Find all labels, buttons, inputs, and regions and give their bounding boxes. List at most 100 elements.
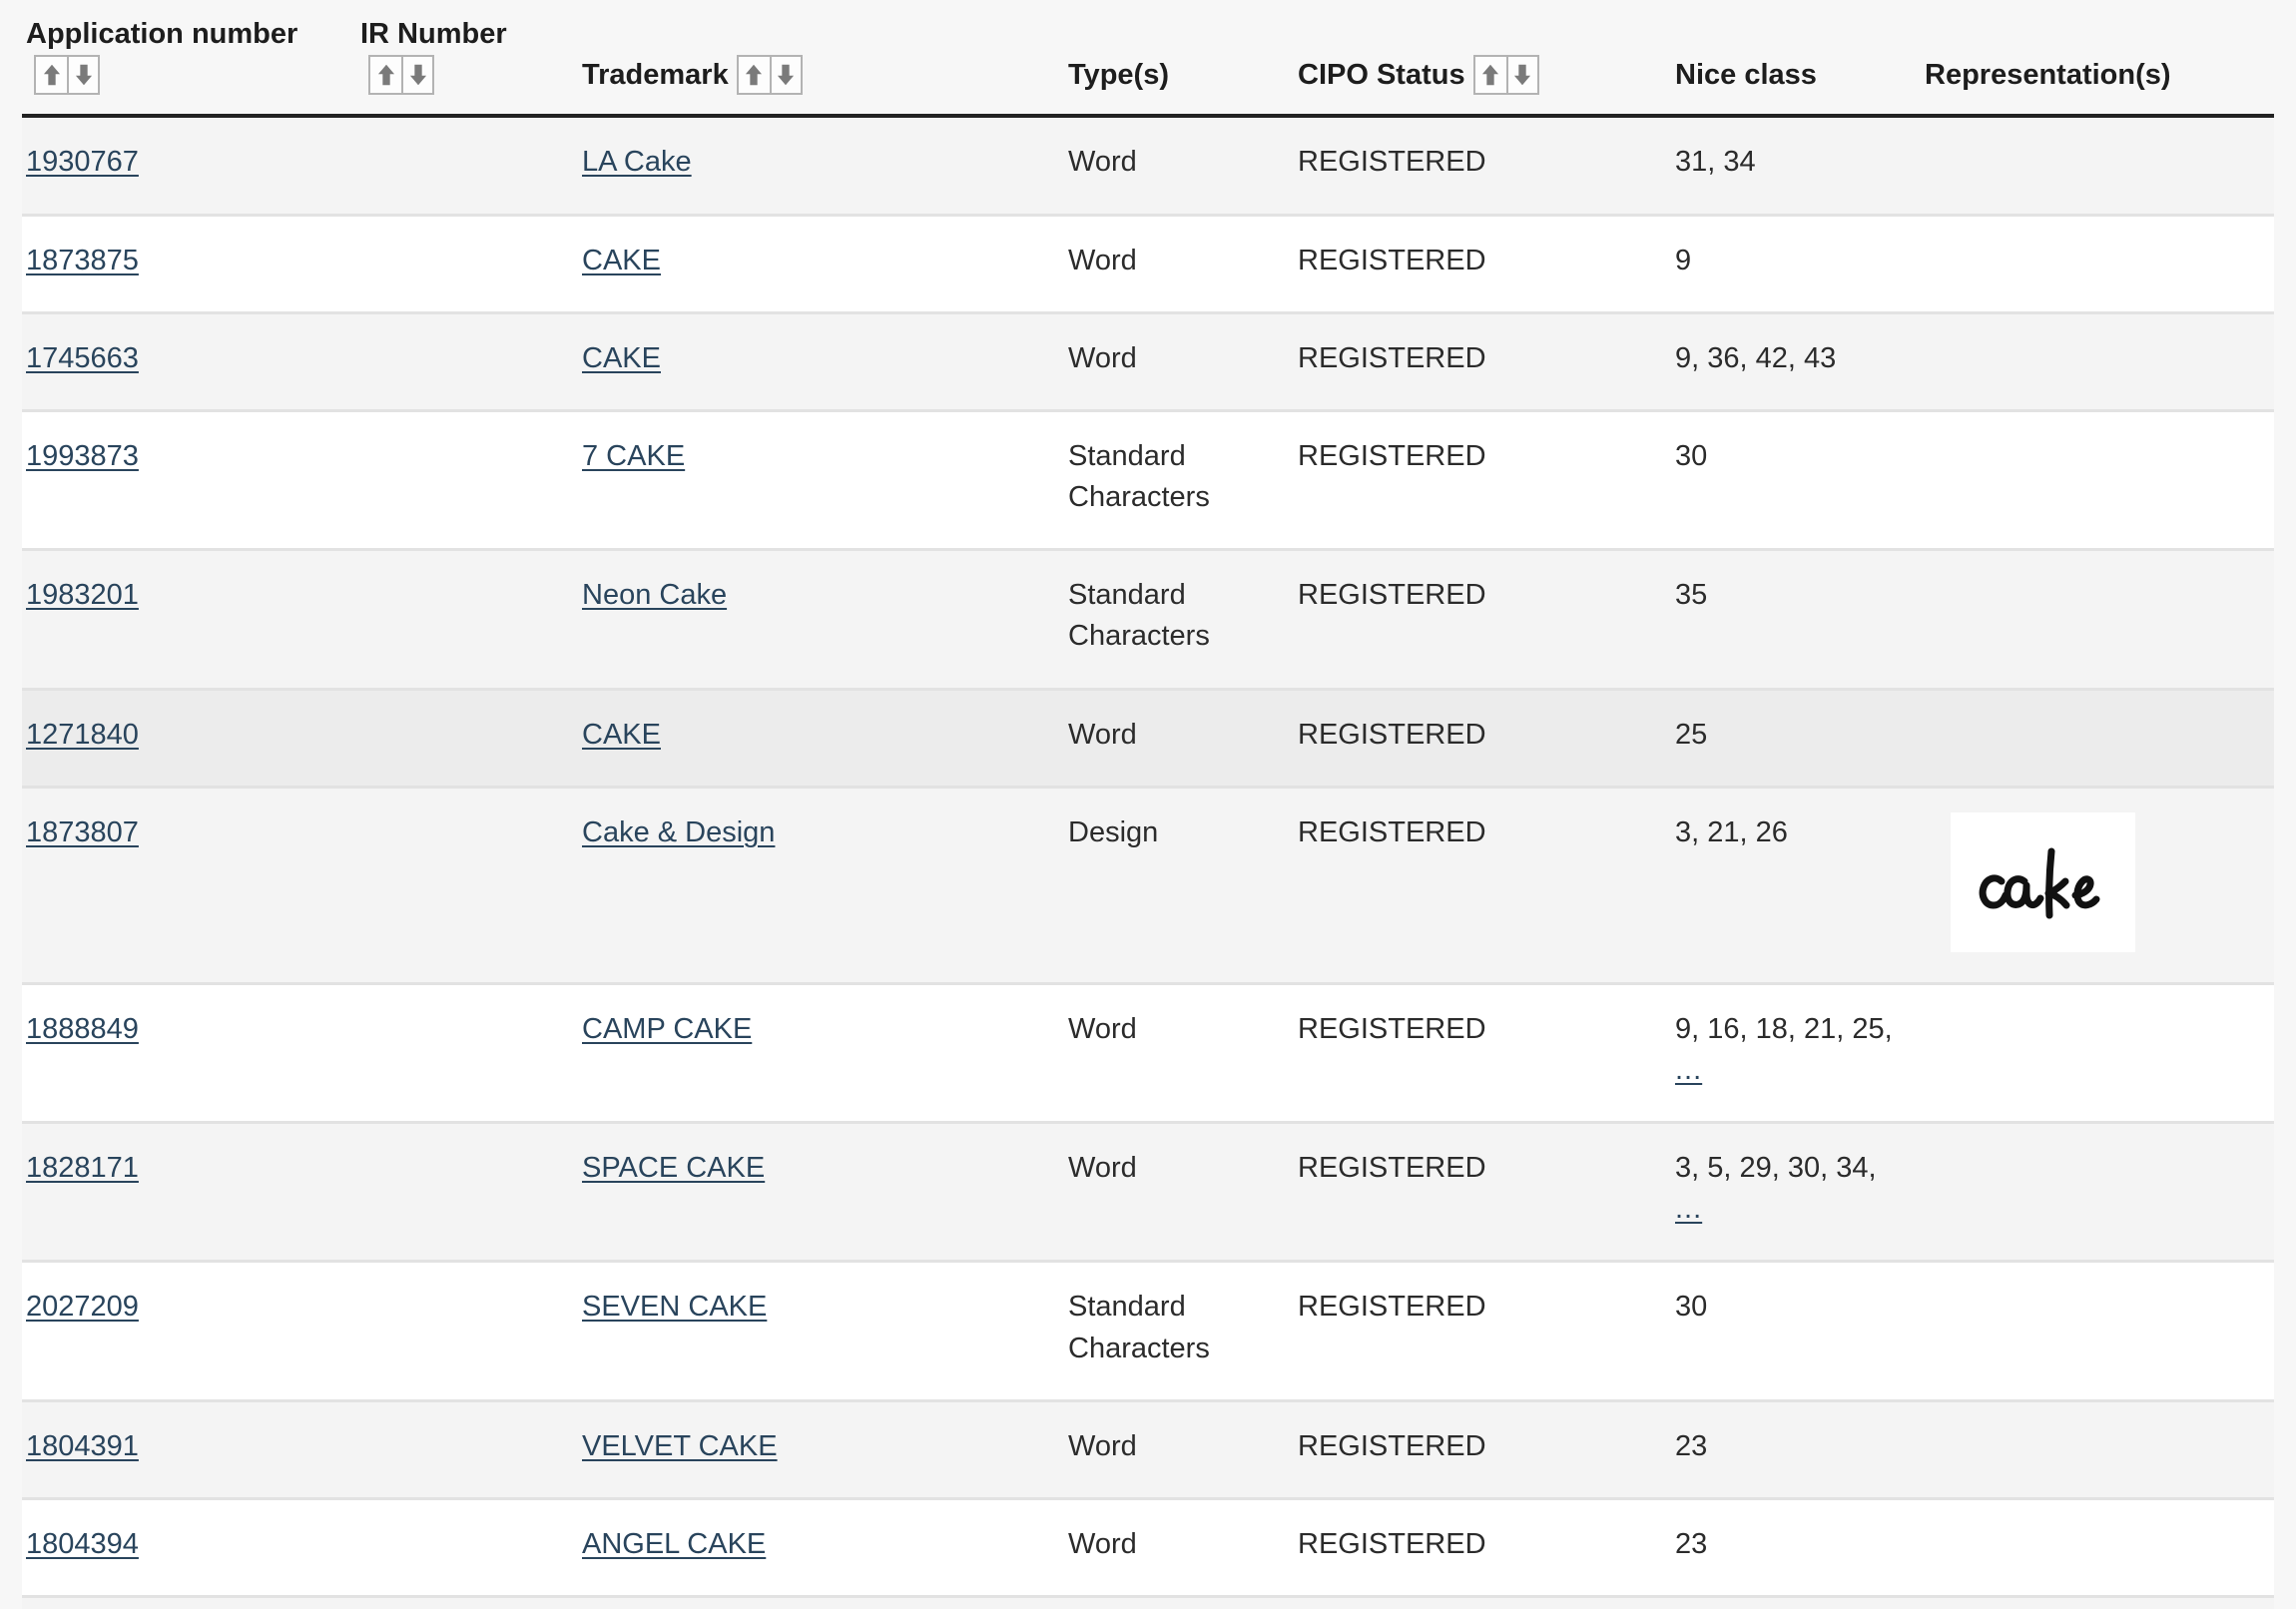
cell-representation [1921, 983, 2274, 1125]
trademark-link[interactable]: CAMP CAKE [582, 1013, 752, 1045]
table-row[interactable]: 1930767 LA Cake Word REGISTERED 31, 34 [22, 116, 2274, 217]
table-row[interactable]: 1873807 Cake & Design Design REGISTERED 3, 2… [22, 787, 2274, 985]
table-row[interactable]: 1993873 7 CAKE Standard Characters REGISTER… [22, 410, 2274, 552]
cell-nice-class: 9, 36, 42, 43 [1671, 312, 1921, 412]
types-value: Standard Characters [1068, 1291, 1210, 1364]
trademark-link[interactable]: CAKE [582, 245, 661, 276]
application-number-link[interactable]: 2027209 [26, 1291, 139, 1323]
table-row[interactable]: 1811874 CAKE CRISPSWordREGISTERED30 [22, 1596, 2274, 1609]
cell-trademark: LA Cake [578, 116, 1064, 217]
cell-application-number: 1811874 [22, 1596, 356, 1609]
table-row[interactable]: 2027209 SEVEN CAKE Standard Characters REGI… [22, 1261, 2274, 1402]
sort-controls-trademark[interactable] [736, 55, 803, 96]
types-value: Standard Characters [1068, 579, 1210, 653]
cell-nice-class: 23 [1671, 1498, 1921, 1599]
column-header-cipo_status[interactable]: CIPO Status [1294, 0, 1671, 119]
trademark-link[interactable]: SEVEN CAKE [582, 1291, 767, 1323]
nice-class-more-link[interactable]: ... [1675, 1054, 1702, 1086]
types-value: Word [1068, 1527, 1137, 1560]
sort-descending-icon[interactable] [769, 57, 801, 94]
sort-ascending-icon[interactable] [36, 57, 67, 94]
cell-application-number: 1804391 [22, 1400, 356, 1500]
sort-controls-application_number[interactable] [34, 55, 100, 96]
application-number-link[interactable]: 1930767 [26, 146, 139, 178]
types-value: Word [1068, 718, 1137, 751]
trademark-link[interactable]: 7 CAKE [582, 440, 685, 472]
nice-class-value: 23 [1675, 1429, 1708, 1462]
column-header-label-cipo_status: CIPO Status [1298, 59, 1465, 92]
sort-controls-cipo_status[interactable] [1472, 55, 1539, 96]
sort-controls-ir_number[interactable] [368, 55, 434, 96]
cell-ir-number [356, 689, 578, 789]
cell-application-number: 1983201 [22, 549, 356, 691]
application-number-link[interactable]: 1804391 [26, 1430, 139, 1462]
trademark-link[interactable]: LA Cake [582, 146, 692, 178]
trademark-representation-image[interactable] [1951, 811, 2135, 952]
trademark-link[interactable]: CAKE [582, 342, 661, 374]
table-row[interactable]: 1271840 CAKE Word REGISTERED 25 [22, 689, 2274, 789]
nice-class-value: 31, 34 [1675, 146, 1756, 179]
cell-representation [1921, 1122, 2274, 1264]
cipo-status-value: REGISTERED [1298, 146, 1486, 179]
table-row[interactable]: 1888849 CAMP CAKE Word REGISTERED 9, 16, 18,… [22, 983, 2274, 1125]
application-number-link[interactable]: 1271840 [26, 719, 139, 751]
types-value: Word [1068, 1429, 1137, 1462]
sort-descending-icon[interactable] [67, 57, 98, 94]
cell-application-number: 1873807 [22, 787, 356, 985]
nice-class-value: 9, 36, 42, 43 [1675, 341, 1837, 374]
cell-trademark: Neon Cake [578, 549, 1064, 691]
application-number-link[interactable]: 1873875 [26, 245, 139, 276]
table-row[interactable]: 1873875 CAKE Word REGISTERED 9 [22, 215, 2274, 314]
application-number-link[interactable]: 1804394 [26, 1528, 139, 1560]
application-number-link[interactable]: 1828171 [26, 1152, 139, 1184]
trademark-link[interactable]: CAKE [582, 719, 661, 751]
trademark-link[interactable]: Cake & Design [582, 816, 775, 848]
types-value: Word [1068, 146, 1137, 179]
trademark-link[interactable]: Neon Cake [582, 579, 727, 611]
table-header: Application number IR Number Trademark Type… [22, 0, 2274, 119]
cell-ir-number [356, 1498, 578, 1599]
column-header-application_number[interactable]: Application number [22, 0, 356, 119]
application-number-link[interactable]: 1983201 [26, 579, 139, 611]
table-row[interactable]: 1804394 ANGEL CAKE Word REGISTERED 23 [22, 1498, 2274, 1599]
cell-trademark: SEVEN CAKE [578, 1261, 1064, 1402]
trademark-link[interactable]: ANGEL CAKE [582, 1528, 766, 1560]
sort-descending-icon[interactable] [401, 57, 432, 94]
cell-ir-number [356, 1261, 578, 1402]
cell-types: Word [1064, 116, 1294, 217]
cell-application-number: 1993873 [22, 410, 356, 552]
sort-ascending-icon[interactable] [1474, 57, 1506, 94]
application-number-link[interactable]: 1888849 [26, 1013, 139, 1045]
table-body: 1930767 LA Cake Word REGISTERED 31, 34 187387… [22, 116, 2274, 1609]
application-number-link[interactable]: 1873807 [26, 816, 139, 848]
trademark-link[interactable]: SPACE CAKE [582, 1152, 765, 1184]
column-header-trademark[interactable]: Trademark [578, 0, 1064, 119]
cipo-status-value: REGISTERED [1298, 1527, 1486, 1560]
trademark-link[interactable]: VELVET CAKE [582, 1430, 778, 1462]
cell-types: Standard Characters [1064, 1261, 1294, 1402]
table-row[interactable]: 1804391 VELVET CAKE Word REGISTERED 23 [22, 1400, 2274, 1500]
cell-representation [1921, 1261, 2274, 1402]
cell-ir-number [356, 215, 578, 314]
table-row[interactable]: 1828171 SPACE CAKE Word REGISTERED 3, 5, 29,… [22, 1122, 2274, 1264]
cell-representation [1921, 1498, 2274, 1599]
cell-application-number: 1828171 [22, 1122, 356, 1264]
sort-descending-icon[interactable] [1505, 57, 1537, 94]
application-number-link[interactable]: 1745663 [26, 342, 139, 374]
cell-nice-class: 3, 21, 26 [1671, 787, 1921, 985]
column-header-ir_number[interactable]: IR Number [356, 0, 578, 119]
cell-trademark: VELVET CAKE [578, 1400, 1064, 1500]
table-row[interactable]: 1983201 Neon Cake Standard Characters REGIS… [22, 549, 2274, 691]
sort-ascending-icon[interactable] [738, 57, 770, 94]
nice-class-more-link[interactable]: ... [1675, 1193, 1702, 1225]
cipo-status-value: REGISTERED [1298, 244, 1486, 276]
table-row[interactable]: 1745663 CAKE Word REGISTERED 9, 36, 42, 43 [22, 312, 2274, 412]
cell-nice-class: 31, 34 [1671, 116, 1921, 217]
column-header-types: Type(s) [1064, 0, 1294, 119]
sort-ascending-icon[interactable] [370, 57, 401, 94]
cell-nice-class: 30 [1671, 410, 1921, 552]
application-number-link[interactable]: 1993873 [26, 440, 139, 472]
cell-representation [1921, 116, 2274, 217]
trademark-results-table: Application number IR Number Trademark Type… [22, 0, 2274, 1609]
column-header-label-trademark: Trademark [582, 59, 729, 92]
